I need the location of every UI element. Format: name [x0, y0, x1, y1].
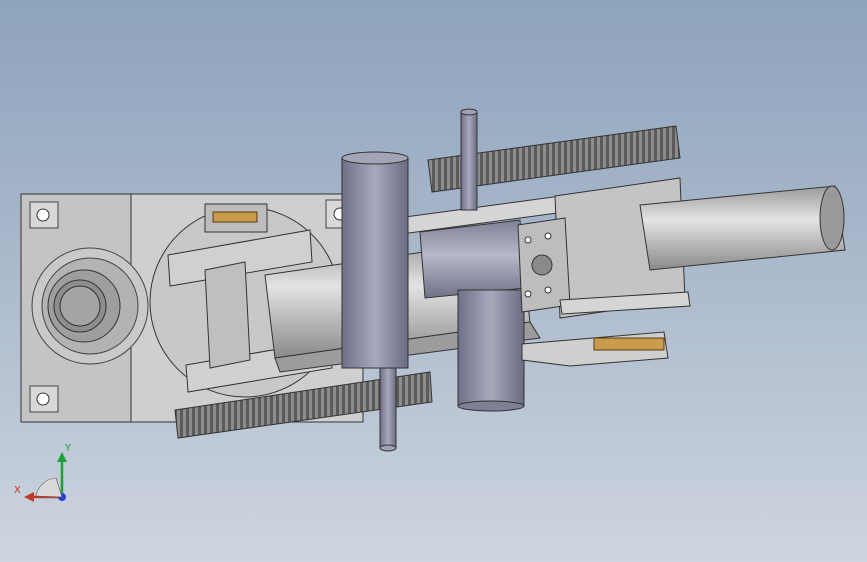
y-axis-label: Y — [64, 443, 72, 454]
bottom-bracket — [521, 331, 669, 367]
top-shaft — [460, 108, 478, 211]
top-bracket — [204, 203, 268, 233]
flange — [517, 217, 571, 313]
x-arrow-icon — [24, 492, 34, 502]
x-axis-label: X — [14, 485, 21, 496]
bottom-shaft — [379, 359, 397, 452]
triad-plane-icon — [35, 477, 63, 498]
coupling-block — [419, 219, 526, 299]
motor-housing — [31, 247, 149, 365]
vertical-cylinder-right — [457, 289, 525, 412]
cad-viewport[interactable] — [0, 0, 867, 562]
vertical-cylinder-left — [341, 151, 409, 369]
coordinate-triad: Y X — [14, 443, 72, 502]
